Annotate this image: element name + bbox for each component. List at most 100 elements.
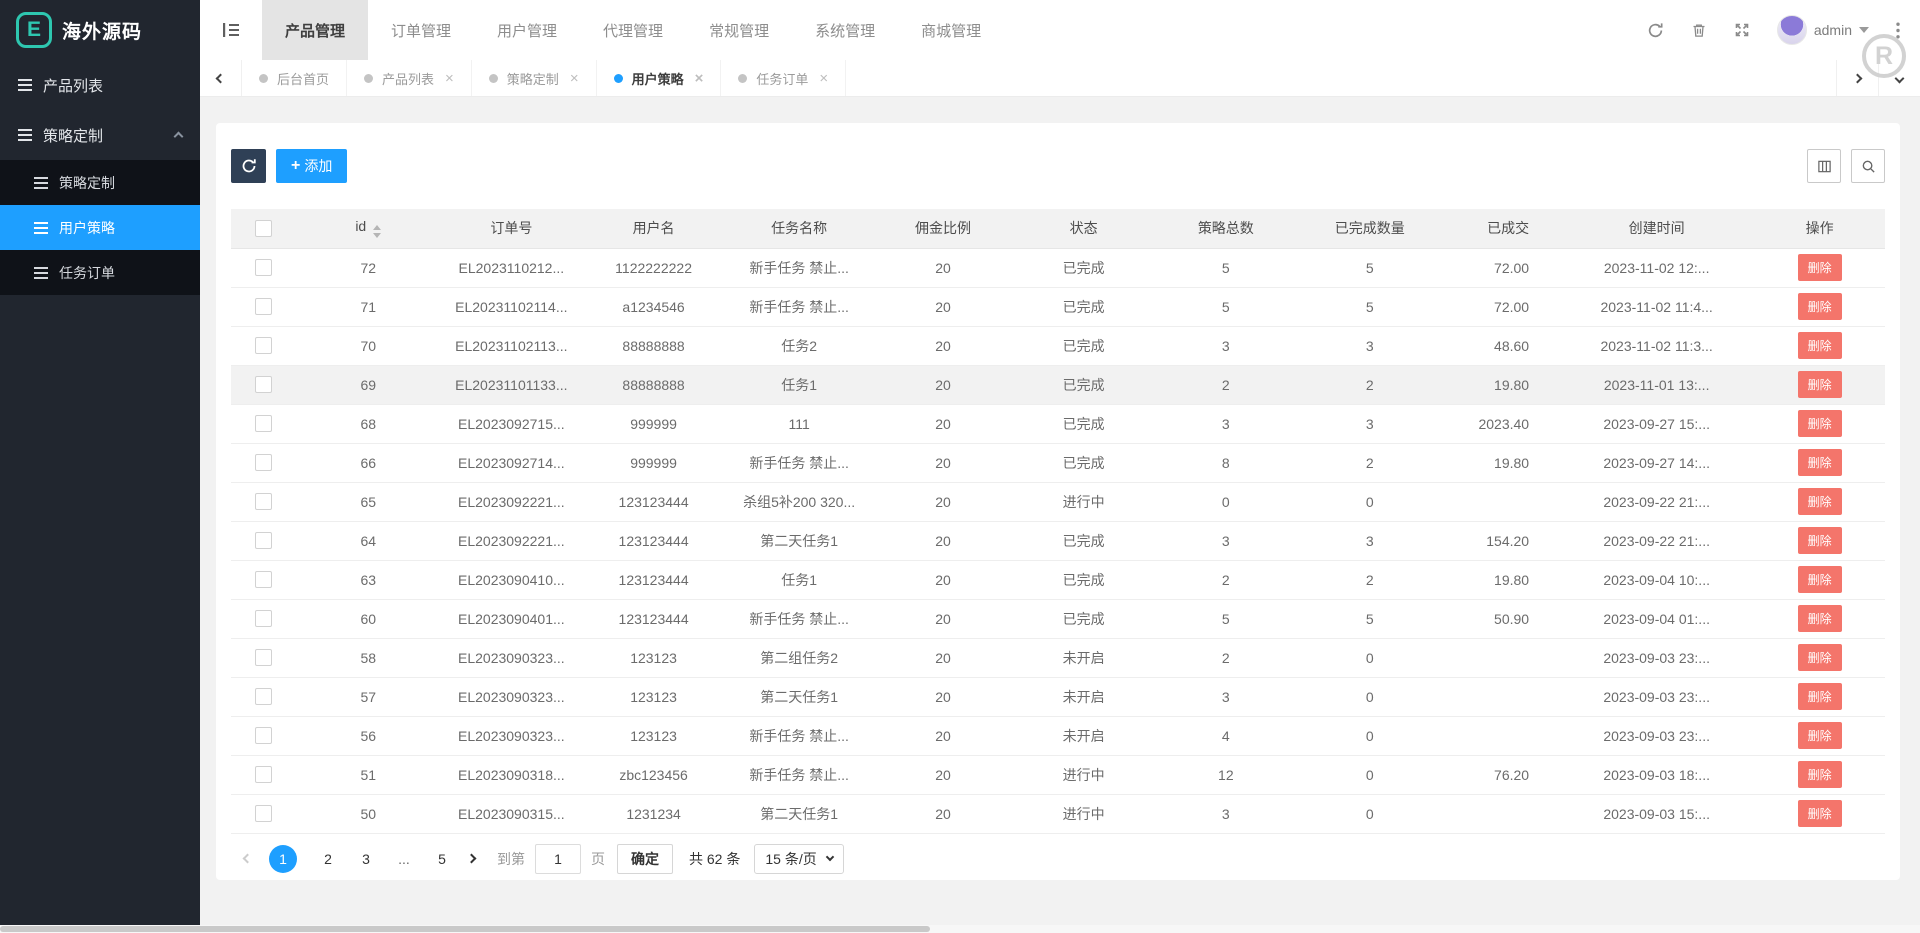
delete-button[interactable]: 删除 bbox=[1797, 488, 1842, 515]
sidebar-item-strategy-custom[interactable]: 策略定制 bbox=[0, 160, 200, 205]
user-menu[interactable]: admin bbox=[1776, 15, 1869, 45]
topnav-item[interactable]: 用户管理 bbox=[474, 0, 580, 60]
page-unit-label: 页 bbox=[591, 850, 605, 867]
delete-button[interactable]: 删除 bbox=[1797, 722, 1842, 749]
horizontal-scrollbar[interactable] bbox=[0, 926, 930, 932]
page-tab[interactable]: 用户策略 × bbox=[597, 60, 722, 96]
delete-button[interactable]: 删除 bbox=[1797, 644, 1842, 671]
close-icon[interactable]: × bbox=[570, 70, 579, 87]
row-checkbox[interactable] bbox=[254, 766, 272, 783]
delete-button[interactable]: 删除 bbox=[1797, 332, 1842, 359]
row-checkbox[interactable] bbox=[254, 610, 272, 627]
row-checkbox[interactable] bbox=[254, 493, 272, 510]
row-checkbox[interactable] bbox=[254, 376, 272, 393]
list-icon bbox=[18, 129, 32, 141]
refresh-table-button[interactable] bbox=[231, 149, 266, 183]
row-checkbox[interactable] bbox=[254, 337, 272, 354]
topnav-item[interactable]: 代理管理 bbox=[580, 0, 686, 60]
topnav-item[interactable]: 订单管理 bbox=[368, 0, 474, 60]
add-button[interactable]: + 添加 bbox=[276, 149, 348, 183]
row-checkbox[interactable] bbox=[254, 259, 272, 276]
cell-created: 2023-09-04 01:... bbox=[1559, 599, 1755, 639]
confirm-button[interactable]: 确定 bbox=[617, 843, 673, 874]
close-icon[interactable]: × bbox=[695, 70, 704, 87]
cell-total: 5 bbox=[1153, 599, 1298, 639]
tabs-scroll-left-button[interactable] bbox=[200, 60, 242, 96]
sidebar-toggle-button[interactable] bbox=[200, 0, 262, 60]
cell-user: 123123444 bbox=[581, 560, 726, 600]
delete-button[interactable]: 删除 bbox=[1797, 605, 1842, 632]
row-checkbox[interactable] bbox=[254, 298, 272, 315]
row-checkbox[interactable] bbox=[254, 532, 272, 549]
topnav-item[interactable]: 常规管理 bbox=[686, 0, 792, 60]
row-checkbox[interactable] bbox=[254, 415, 272, 432]
cell-total: 3 bbox=[1153, 326, 1298, 366]
topnav-item[interactable]: 商城管理 bbox=[898, 0, 1004, 60]
delete-button[interactable]: 删除 bbox=[1797, 254, 1842, 281]
row-checkbox[interactable] bbox=[254, 688, 272, 705]
delete-button[interactable]: 删除 bbox=[1797, 293, 1842, 320]
page-size-select[interactable]: 15 条/页 bbox=[754, 843, 844, 874]
checkbox-cell bbox=[231, 287, 296, 327]
cell-volume bbox=[1441, 716, 1560, 756]
sidebar-item-task-orders[interactable]: 任务订单 bbox=[0, 250, 200, 295]
delete-button[interactable]: 删除 bbox=[1797, 371, 1842, 398]
cell-created: 2023-09-03 23:... bbox=[1559, 677, 1755, 717]
trash-button[interactable] bbox=[1691, 22, 1707, 39]
sidebar-item-strategy[interactable]: 策略定制 bbox=[0, 110, 200, 160]
table-search-button[interactable] bbox=[1851, 149, 1885, 183]
topnav-item[interactable]: 系统管理 bbox=[792, 0, 898, 60]
page-tab[interactable]: 策略定制 × bbox=[472, 60, 597, 96]
table-toolbar: + 添加 bbox=[231, 149, 1885, 183]
pager-page[interactable]: 3 bbox=[359, 851, 373, 867]
cell-user: 123123 bbox=[581, 677, 726, 717]
refresh-button[interactable] bbox=[1647, 22, 1664, 39]
row-checkbox[interactable] bbox=[254, 805, 272, 822]
pager-pages: 1 2 3... 5 bbox=[269, 844, 449, 873]
row-checkbox[interactable] bbox=[254, 454, 272, 471]
delete-button[interactable]: 删除 bbox=[1797, 761, 1842, 788]
brand[interactable]: E 海外源码 bbox=[0, 0, 200, 60]
close-icon[interactable]: × bbox=[445, 70, 454, 87]
table-row: 64 EL2023092221... 123123444 第二天任务1 20 已完成 3 3 1… bbox=[231, 521, 1885, 561]
delete-button[interactable]: 删除 bbox=[1797, 683, 1842, 710]
delete-button[interactable]: 删除 bbox=[1797, 800, 1842, 827]
table-row: 71 EL20231102114... a1234546 新手任务 禁止... 20 已完… bbox=[231, 287, 1885, 327]
page-tab[interactable]: 后台首页 bbox=[242, 60, 348, 96]
more-actions-button[interactable] bbox=[1896, 22, 1900, 39]
sidebar-item-product-list[interactable]: 产品列表 bbox=[0, 60, 200, 110]
row-checkbox[interactable] bbox=[254, 727, 272, 744]
pager-page[interactable]: 5 bbox=[435, 851, 449, 867]
delete-button[interactable]: 删除 bbox=[1797, 566, 1842, 593]
row-checkbox[interactable] bbox=[254, 571, 272, 588]
pager-page[interactable]: 1 bbox=[269, 844, 297, 873]
pager-page[interactable]: 2 bbox=[321, 851, 335, 867]
cell-ratio: 20 bbox=[872, 443, 1014, 483]
row-checkbox[interactable] bbox=[254, 649, 272, 666]
columns-filter-button[interactable] bbox=[1807, 149, 1841, 183]
page-number-input[interactable] bbox=[535, 843, 581, 874]
page-tab[interactable]: 任务订单 × bbox=[721, 60, 847, 96]
fullscreen-button[interactable] bbox=[1734, 22, 1750, 38]
cell-ratio: 20 bbox=[872, 677, 1014, 717]
column-header: 已完成数量 bbox=[1297, 209, 1442, 249]
cell-user: 88888888 bbox=[581, 326, 726, 366]
pager-prev-button[interactable] bbox=[237, 853, 257, 864]
delete-button[interactable]: 删除 bbox=[1797, 410, 1842, 437]
delete-button[interactable]: 删除 bbox=[1797, 527, 1842, 554]
cell-volume: 48.60 bbox=[1441, 326, 1560, 366]
sort-icon[interactable] bbox=[373, 225, 382, 239]
select-all-checkbox[interactable] bbox=[254, 219, 272, 237]
cell-user: 123123444 bbox=[581, 599, 726, 639]
sidebar-item-user-strategy[interactable]: 用户策略 bbox=[0, 205, 200, 250]
topnav-item[interactable]: 产品管理 bbox=[262, 0, 369, 60]
cell-user: zbc123456 bbox=[581, 755, 726, 795]
delete-button[interactable]: 删除 bbox=[1797, 449, 1842, 476]
table-row: 72 EL2023110212... 1122222222 新手任务 禁止... 20 已… bbox=[231, 248, 1885, 288]
page-tab[interactable]: 产品列表 × bbox=[347, 60, 472, 96]
cell-id: 57 bbox=[295, 677, 442, 717]
pager-next-button[interactable] bbox=[461, 853, 481, 864]
close-icon[interactable]: × bbox=[819, 70, 828, 87]
cell-ratio: 20 bbox=[872, 716, 1014, 756]
tab-dot-icon bbox=[488, 73, 498, 83]
